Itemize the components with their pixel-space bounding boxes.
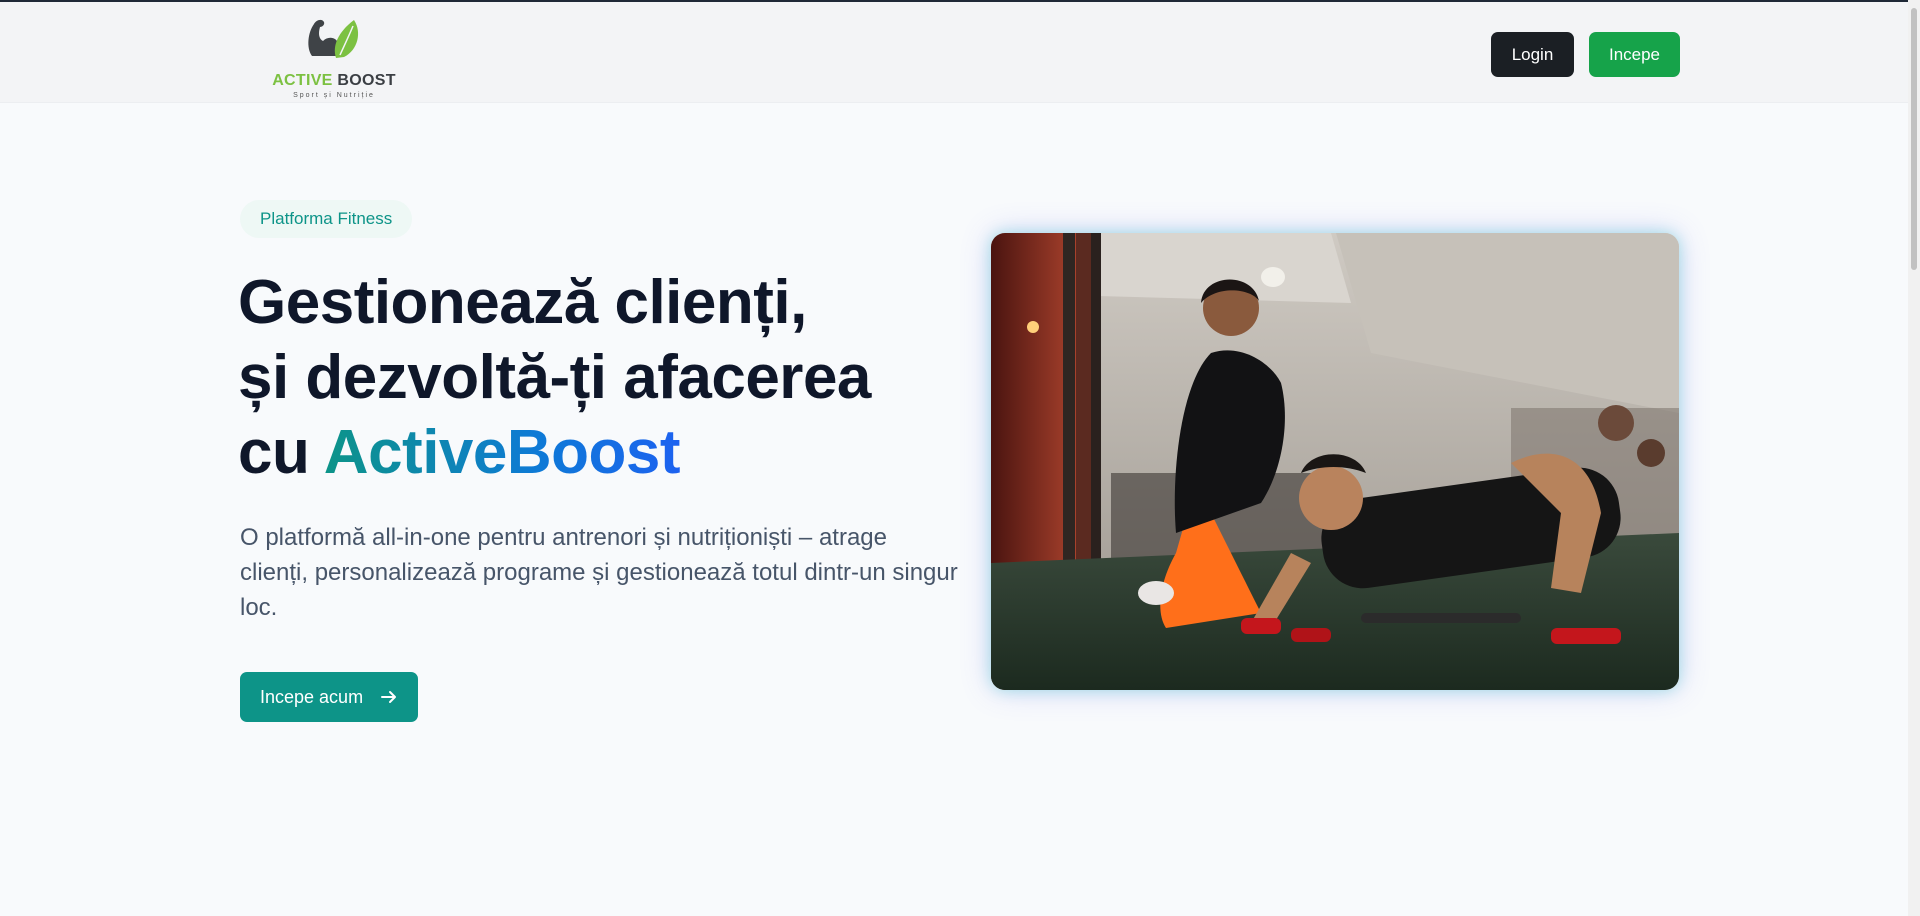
hero-photo (991, 233, 1679, 690)
scrollbar-thumb[interactable] (1911, 8, 1917, 270)
brand-name-main: BOOST (337, 72, 396, 89)
headline-line-3-prefix: cu (238, 418, 310, 487)
brand-name-accent: ACTIVE (272, 72, 333, 89)
page-scrollbar[interactable] (1908, 0, 1920, 916)
headline-brand: ActiveBoost (323, 418, 681, 487)
start-now-button[interactable]: Incepe acum (240, 672, 418, 722)
hero-description: O platformă all-in-one pentru antrenori … (240, 524, 958, 621)
headline-line-2: și dezvoltă-ți afacerea (238, 343, 871, 412)
arrow-right-icon (381, 691, 396, 703)
headline-line-1: Gestionează clienți, (238, 268, 807, 337)
hero-badge: Platforma Fitness (240, 200, 413, 238)
flexed-arm-leaf-icon (308, 19, 359, 58)
brand-tagline: Sport și Nutriție (293, 92, 375, 99)
login-button[interactable]: Login (1491, 32, 1574, 77)
trainer-pushup-photo (991, 233, 1679, 690)
navbar: ACTIVE BOOST Sport și Nutriție Login Inc… (0, 2, 1908, 103)
brand-logo[interactable]: ACTIVE BOOST Sport și Nutriție (268, 12, 400, 99)
start-now-label: Incepe acum (260, 686, 364, 707)
hero-headline: Gestionează clienți, și dezvoltă-ți afac… (238, 265, 958, 490)
brand-name: ACTIVE BOOST (268, 72, 400, 90)
start-button[interactable]: Incepe (1589, 32, 1680, 77)
